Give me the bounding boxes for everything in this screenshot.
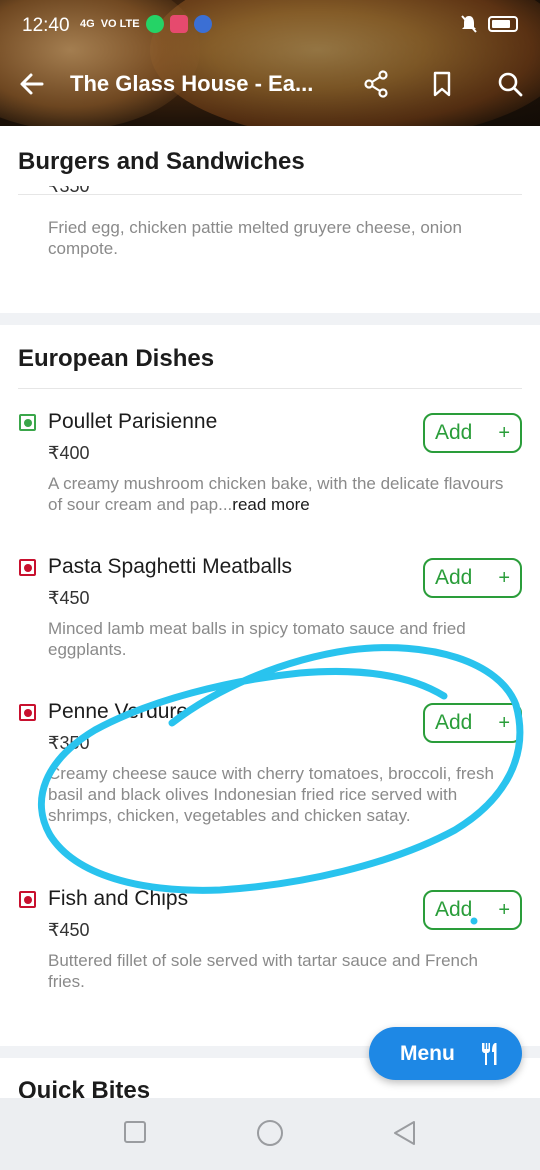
system-navigation-bar — [0, 1098, 540, 1170]
back-triangle-icon[interactable] — [392, 1120, 416, 1146]
item-price: ₹450 — [48, 588, 90, 608]
item-name: Penne Verdure — [48, 700, 189, 723]
battery-icon — [488, 16, 518, 32]
nonveg-indicator-icon — [19, 891, 36, 908]
item-price: ₹400 — [48, 443, 90, 463]
section-separator — [0, 313, 540, 325]
restaurant-title: The Glass House - Ea... — [70, 71, 314, 96]
back-arrow-icon[interactable] — [16, 68, 48, 100]
add-button-label: Add — [435, 566, 473, 589]
menu-fab-button[interactable]: Menu — [369, 1027, 522, 1080]
fork-knife-icon — [482, 1043, 497, 1065]
item-price: ₹450 — [48, 920, 90, 940]
add-button[interactable]: Add + — [423, 890, 522, 930]
mute-icon — [461, 15, 477, 33]
restaurant-menu-screen: 12:40 4G VO LTE The Glass House - Ea... — [0, 0, 540, 1170]
read-more-link[interactable]: read more — [232, 495, 309, 514]
volte-icon: VO LTE — [100, 17, 140, 30]
status-icons: 4G VO LTE — [80, 15, 212, 33]
plus-icon: + — [498, 422, 510, 444]
signal-4g-icon: 4G — [80, 17, 95, 30]
home-circle-icon[interactable] — [256, 1119, 284, 1147]
item-name: Fish and Chips — [48, 887, 189, 910]
add-button[interactable]: Add + — [423, 703, 522, 743]
item-description: Buttered fillet of sole served with tart… — [48, 951, 478, 991]
item-name: Pasta Spaghetti Meatballs — [48, 555, 292, 578]
veg-indicator-icon — [19, 414, 36, 431]
item-description: Minced lamb meat balls in spicy tomato s… — [48, 619, 466, 659]
item-description: Creamy cheese sauce with cherry tomatoes… — [48, 764, 494, 825]
whatsapp-icon — [145, 15, 164, 33]
item-description: A creamy mushroom chicken bake, with the… — [48, 474, 504, 514]
add-button[interactable]: Add + — [423, 413, 522, 453]
nonveg-indicator-icon — [19, 559, 36, 576]
item-name: Poullet Parisienne — [48, 410, 218, 433]
nonveg-indicator-icon — [19, 704, 36, 721]
search-icon[interactable] — [494, 68, 526, 100]
share-icon[interactable] — [360, 68, 392, 100]
menu-fab-label: Menu — [400, 1041, 455, 1065]
recents-square-icon[interactable] — [123, 1120, 147, 1144]
plus-icon: + — [498, 712, 510, 734]
section-divider — [18, 194, 522, 195]
section-divider — [18, 388, 522, 389]
bookmark-icon[interactable] — [426, 68, 458, 100]
app-notification-icon-2 — [193, 15, 212, 33]
status-time: 12:40 — [22, 15, 70, 36]
plus-icon: + — [498, 899, 510, 921]
status-right-icons — [460, 14, 518, 34]
section-title-burgers: Burgers and Sandwiches — [18, 148, 305, 175]
status-bar: 12:40 4G VO LTE — [0, 0, 540, 52]
add-button-label: Add — [435, 898, 473, 921]
add-button-label: Add — [435, 421, 473, 444]
add-button[interactable]: Add + — [423, 558, 522, 598]
app-toolbar: The Glass House - Ea... — [0, 58, 540, 110]
plus-icon: + — [498, 567, 510, 589]
add-button-label: Add — [435, 711, 473, 734]
section-title-european: European Dishes — [18, 345, 215, 372]
item-price: ₹350 — [48, 733, 90, 753]
app-notification-icon — [169, 15, 188, 33]
item-description: Fried egg, chicken pattie melted gruyere… — [48, 218, 462, 258]
item-price: ₹350 — [48, 186, 90, 196]
